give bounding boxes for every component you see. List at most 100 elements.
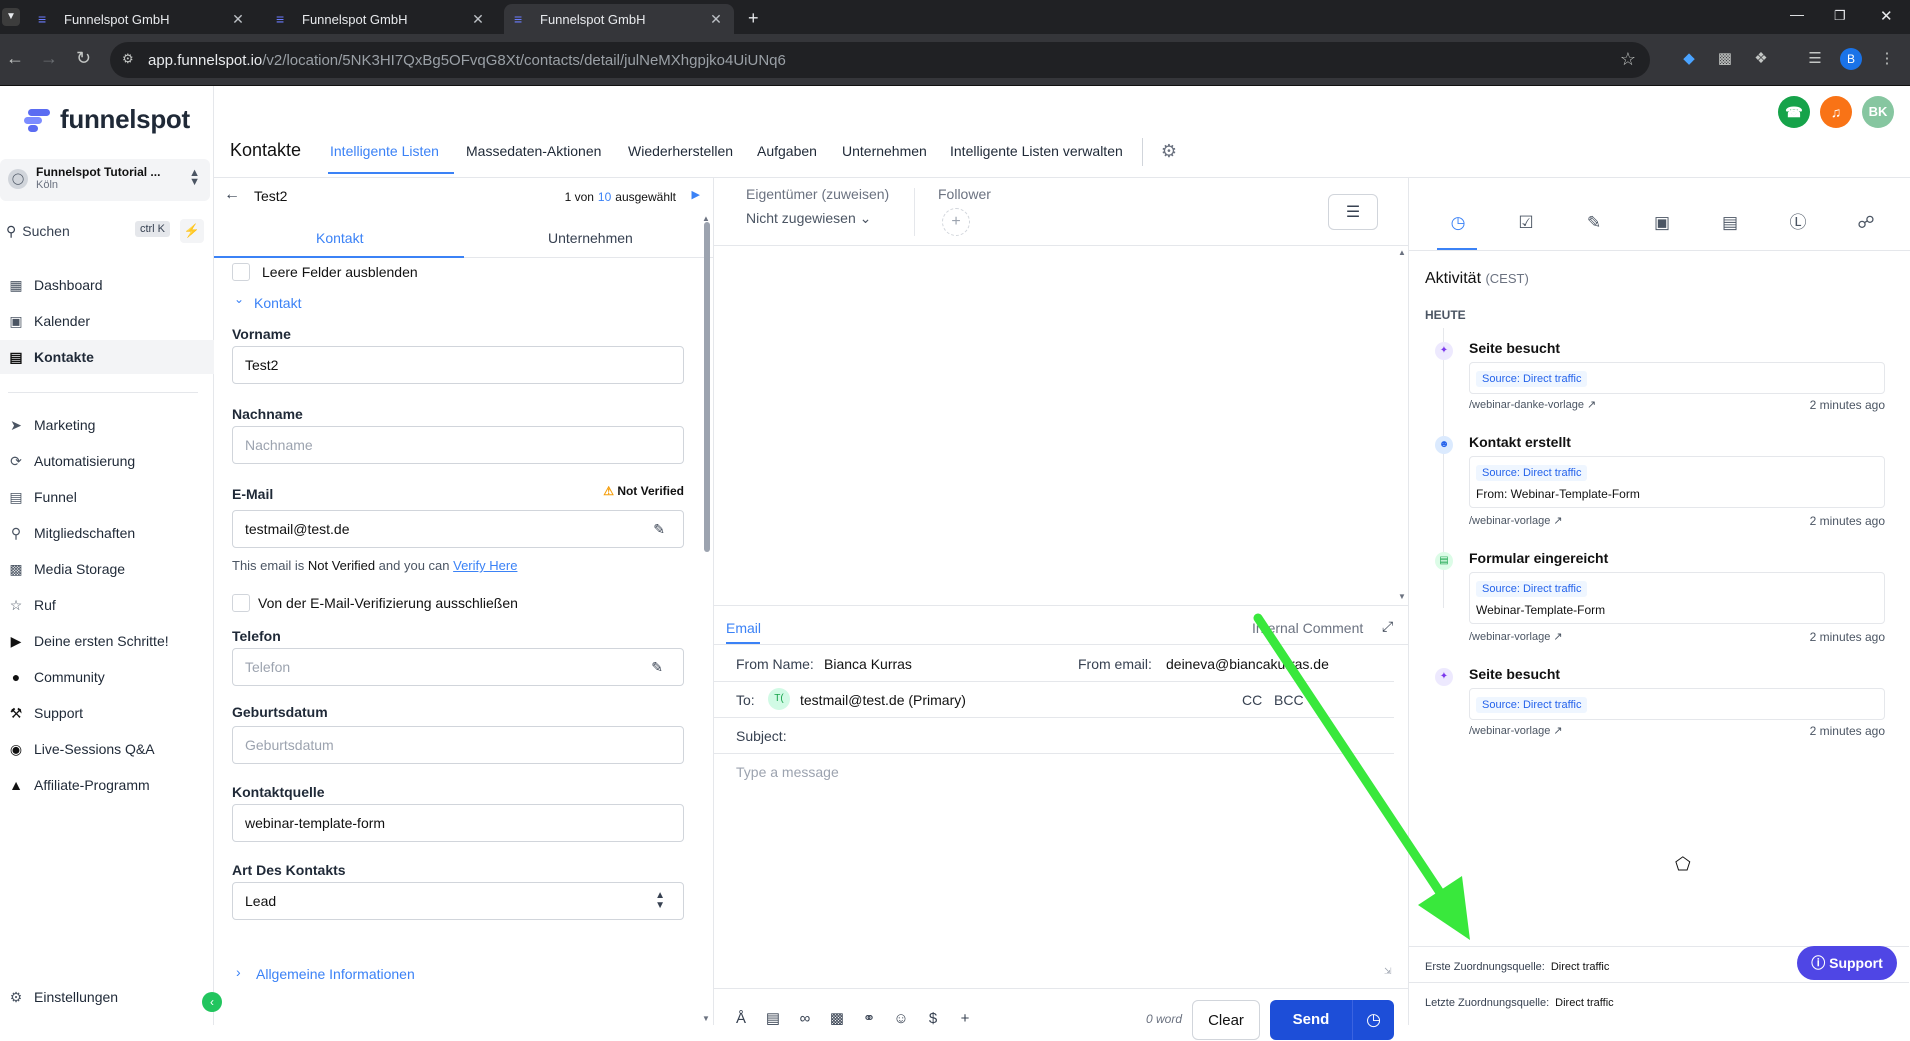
art-des-kontakts-select[interactable]: Lead ▲ ▼ [232, 882, 684, 920]
sidebar-item-marketing[interactable]: ➤ Marketing [0, 408, 214, 442]
quick-action-bolt-icon[interactable]: ⚡ [180, 219, 204, 243]
sidebar-item-community[interactable]: ● Community [0, 660, 214, 694]
dollar-icon[interactable]: $ [924, 1010, 942, 1028]
contact-scrollbar[interactable] [704, 222, 710, 552]
sidebar-item-einstellungen[interactable]: ⚙ Einstellungen [0, 980, 214, 1014]
payments-dollar-icon[interactable]: Ⓛ [1787, 212, 1809, 234]
site-info-icon[interactable]: ⚙ [122, 51, 134, 67]
email-field[interactable]: testmail@test.de ✎ [232, 510, 684, 548]
message-input[interactable]: Type a message [736, 764, 839, 780]
edit-pencil-icon[interactable]: ✎ [653, 521, 665, 538]
bcc-button[interactable]: BCC [1274, 692, 1304, 708]
tab-search-icon[interactable]: ▼ [2, 8, 20, 26]
resize-handle-icon[interactable]: ⇲ [1384, 966, 1392, 977]
send-button[interactable]: Send [1270, 1000, 1352, 1040]
scroll-up-icon[interactable]: ▲ [1398, 248, 1406, 257]
telefon-input[interactable]: Telefon ✎ [232, 648, 684, 686]
reload-icon[interactable]: ↻ [76, 48, 91, 69]
extensions-puzzle-icon[interactable]: ❖ [1750, 48, 1772, 70]
sidebar-item-ruf[interactable]: ☆ Ruf [0, 588, 214, 622]
tab-unternehmen-contact[interactable]: Unternehmen [548, 230, 633, 246]
activity-item[interactable]: ✦ Seite besucht Source: Direct traffic /… [1435, 666, 1899, 746]
recipient-chip[interactable]: testmail@test.de (Primary) [800, 692, 966, 708]
from-name[interactable]: Bianca Kurras [824, 656, 912, 672]
activity-item[interactable]: ☻ Kontakt erstellt Source: Direct traffi… [1435, 434, 1899, 534]
clear-button[interactable]: Clear [1192, 1000, 1260, 1040]
close-tab-icon[interactable]: ✕ [708, 11, 724, 28]
address-bar[interactable]: ⚙ app.funnelspot.io/v2/location/5NK3HI7Q… [110, 42, 1650, 78]
activity-link[interactable]: /webinar-vorlage ↗ [1469, 514, 1563, 527]
subject-row[interactable]: Subject: [714, 718, 1394, 754]
template-icon[interactable]: ▤ [764, 1010, 782, 1028]
scroll-up-icon[interactable]: ▲ [702, 214, 710, 223]
sidebar-item-dashboard[interactable]: ▦ Dashboard [0, 268, 214, 302]
edit-pencil-icon[interactable]: ✎ [651, 659, 663, 676]
back-icon[interactable]: ← [6, 48, 24, 69]
activity-link[interactable]: /webinar-vorlage ↗ [1469, 630, 1563, 643]
link-icon[interactable]: ∞ [796, 1010, 814, 1028]
tab-internal-comment[interactable]: Internal Comment [1252, 620, 1363, 636]
activity-link[interactable]: /webinar-danke-vorlage ↗ [1469, 398, 1596, 411]
funnelspot-logo[interactable]: funnelspot [24, 104, 190, 135]
activity-clock-icon[interactable]: ◷ [1447, 212, 1469, 234]
sidebar-item-live-sessions[interactable]: ◉ Live-Sessions Q&A [0, 732, 214, 766]
browser-tab[interactable]: ≡ Funnelspot GmbH ✕ [266, 4, 496, 34]
close-window-icon[interactable]: ✕ [1880, 7, 1893, 25]
profile-avatar[interactable]: B [1840, 48, 1862, 70]
support-button[interactable]: ⓘ Support [1797, 946, 1897, 980]
nachname-input[interactable]: Nachname [232, 426, 684, 464]
geburtsdatum-input[interactable]: Geburtsdatum [232, 726, 684, 764]
tab-unternehmen[interactable]: Unternehmen [842, 143, 927, 159]
media-control-icon[interactable]: ☰ [1804, 48, 1826, 70]
tasks-check-icon[interactable]: ☑ [1515, 212, 1537, 234]
tab-email[interactable]: Email [726, 620, 761, 636]
hide-empty-checkbox[interactable] [232, 263, 250, 281]
scroll-down-icon[interactable]: ▼ [1398, 592, 1406, 601]
close-tab-icon[interactable]: ✕ [230, 11, 246, 28]
sidebar-item-kalender[interactable]: ▣ Kalender [0, 304, 214, 338]
back-arrow-icon[interactable]: ← [224, 186, 240, 204]
workflow-icon[interactable]: ☍ [1855, 212, 1877, 234]
attachment-icon[interactable]: ⚭ [860, 1010, 878, 1028]
extension-icon[interactable]: ◆ [1678, 48, 1700, 70]
account-switcher[interactable]: ◯ Funnelspot Tutorial ... Köln ▲ ▼ [0, 159, 210, 201]
add-icon[interactable]: + [956, 1010, 974, 1028]
sidebar-item-mitgliedschaften[interactable]: ⚲ Mitgliedschaften [0, 516, 214, 550]
sidebar-item-automatisierung[interactable]: ⟳ Automatisierung [0, 444, 214, 478]
vorname-input[interactable]: Test2 [232, 346, 684, 384]
tab-massedaten-aktionen[interactable]: Massedaten-Aktionen [466, 143, 601, 159]
tab-kontakt[interactable]: Kontakt [316, 230, 363, 246]
activity-link[interactable]: /webinar-vorlage ↗ [1469, 724, 1563, 737]
new-tab-icon[interactable]: + [748, 8, 759, 29]
notification-bell-icon[interactable]: ♫ [1820, 96, 1852, 128]
activity-item[interactable]: ▤ Formular eingereicht Source: Direct tr… [1435, 550, 1899, 650]
tab-intelligente-listen[interactable]: Intelligente Listen [330, 143, 439, 159]
cc-button[interactable]: CC [1242, 692, 1262, 708]
filter-icon[interactable]: ☰ [1328, 194, 1378, 230]
section-allgemeine-informationen[interactable]: Allgemeine Informationen [256, 966, 415, 982]
search-button[interactable]: ⚲ Suchen ctrl K [0, 218, 172, 244]
kontaktquelle-input[interactable]: webinar-template-form [232, 804, 684, 842]
notes-pencil-icon[interactable]: ✎ [1583, 212, 1605, 234]
tab-wiederherstellen[interactable]: Wiederherstellen [628, 143, 733, 159]
verify-here-link[interactable]: Verify Here [453, 558, 517, 573]
activity-item[interactable]: ✦ Seite besucht Source: Direct traffic /… [1435, 340, 1899, 420]
section-kontakt[interactable]: Kontakt [254, 295, 301, 311]
appointments-calendar-icon[interactable]: ▣ [1651, 212, 1673, 234]
sidebar-item-funnel[interactable]: ▤ Funnel [0, 480, 214, 514]
sidebar-item-erste-schritte[interactable]: ▶ Deine ersten Schritte! [0, 624, 214, 658]
add-follower-button[interactable]: + [942, 208, 970, 236]
from-email[interactable]: deineva@biancakurras.de [1166, 656, 1329, 672]
text-format-icon[interactable]: Å [732, 1010, 750, 1028]
schedule-clock-icon[interactable]: ◷ [1352, 1000, 1394, 1040]
emoji-icon[interactable]: ☺ [892, 1010, 910, 1028]
bookmark-star-icon[interactable]: ☆ [1620, 49, 1636, 70]
minimize-icon[interactable]: — [1790, 6, 1804, 22]
minimize-composer-icon[interactable]: ⤢ [1382, 618, 1393, 635]
restore-icon[interactable]: ❐ [1834, 8, 1846, 24]
tab-aufgaben[interactable]: Aufgaben [757, 143, 817, 159]
phone-icon[interactable]: ☎ [1778, 96, 1810, 128]
next-record-icon[interactable]: ▶ [692, 188, 700, 201]
sidebar-item-affiliate[interactable]: ▲ Affiliate-Programm [0, 768, 214, 802]
tab-intelligente-listen-verwalten[interactable]: Intelligente Listen verwalten [950, 143, 1123, 159]
